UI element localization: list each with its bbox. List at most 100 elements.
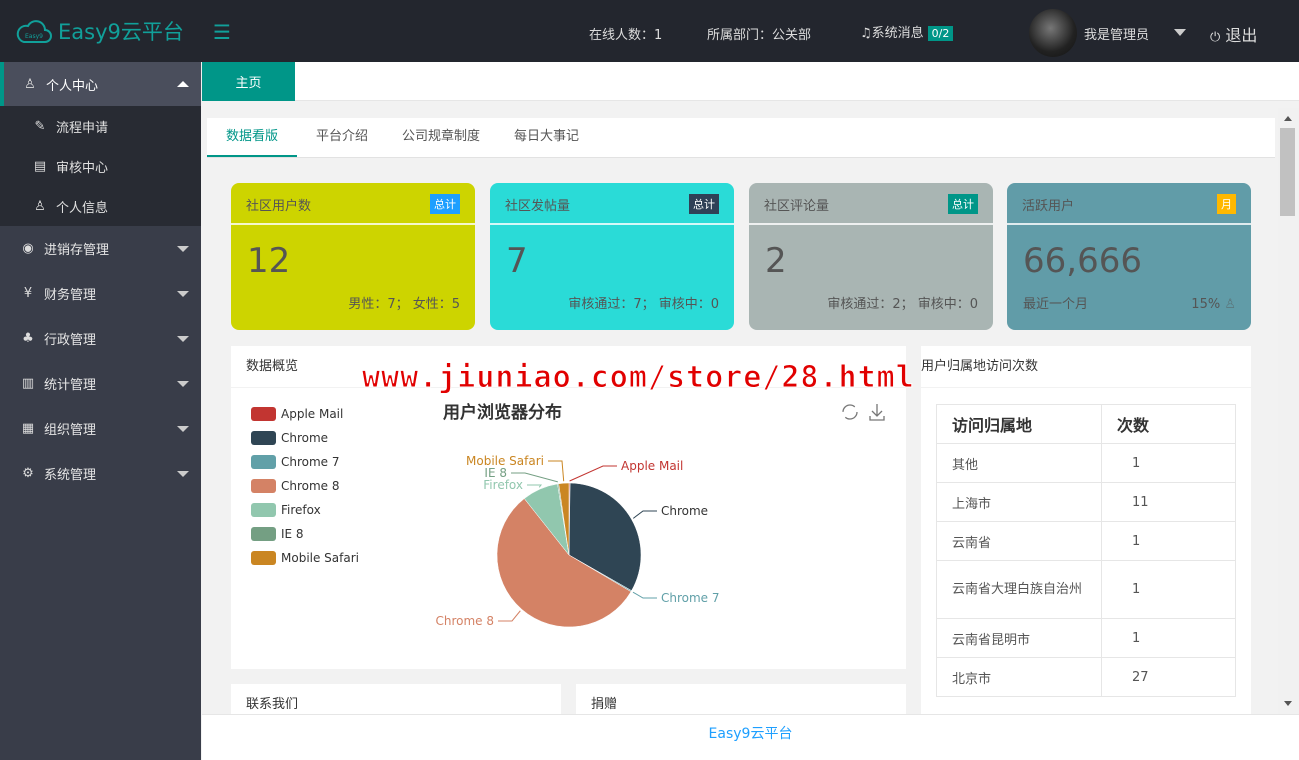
download-icon[interactable] — [869, 404, 885, 421]
chart-icon: ▥ — [21, 376, 35, 391]
card-header: 社区用户数 总计 — [231, 183, 475, 225]
gear-icon: ⚙ — [22, 466, 34, 481]
sidebar-group-personal[interactable]: ♙ 个人中心 — [0, 62, 201, 106]
card-tag: 月 — [1217, 194, 1236, 214]
contact-title: 联系我们 — [231, 684, 561, 714]
count-cell: 11 — [1101, 482, 1236, 522]
card-footer: 15% ♙ — [1191, 297, 1236, 312]
card-header: 社区发帖量 总计 — [490, 183, 734, 225]
scrollbar-thumb[interactable] — [1280, 128, 1295, 216]
visits-table: 访问归属地 次数 其他 1 上海市 11 云南省 1 云南省大理白族自治州 1 云南省昆明市 1 北京… — [936, 404, 1236, 697]
card-value: 12 — [247, 241, 291, 281]
sidebar-group-statistics[interactable]: ▥ 统计管理 — [0, 361, 201, 406]
user-icon: ♙ — [24, 76, 36, 92]
location-cell: 其他 — [936, 443, 1102, 483]
count-cell: 1 — [1101, 618, 1236, 658]
donate-panel: 捐赠 — [576, 684, 906, 714]
column-header: 访问归属地 — [936, 404, 1102, 444]
document-icon: ▤ — [33, 158, 47, 174]
inner-tabs: 数据看版 平台介绍 公司规章制度 每日大事记 — [207, 118, 1275, 158]
messages-badge: 0/2 — [927, 26, 954, 41]
menu-toggle-icon[interactable]: ☰ — [213, 22, 231, 42]
table-row: 上海市 11 — [936, 482, 1236, 522]
grid-icon: ▦ — [21, 421, 35, 436]
stat-card: 社区评论量 总计 2 审核通过：2； 审核中：0 — [749, 183, 993, 330]
stat-card: 活跃用户 月 66,666 最近一个月 15% ♙ — [1007, 183, 1251, 330]
inventory-icon: ◉ — [22, 241, 34, 256]
table-row: 云南省昆明市 1 — [936, 618, 1236, 658]
location-cell: 云南省昆明市 — [936, 618, 1102, 658]
slice-label: Mobile Safari — [466, 454, 544, 468]
card-tag: 总计 — [948, 194, 978, 214]
caret-down-icon — [177, 245, 189, 252]
logout-button[interactable]: ⏻ 退出 — [1210, 22, 1257, 46]
sidebar-group-finance[interactable]: ¥ 财务管理 — [0, 271, 201, 316]
caret-down-icon — [177, 335, 189, 342]
table-row: 北京市 27 — [936, 657, 1236, 697]
card-tag: 总计 — [689, 194, 719, 214]
avatar[interactable] — [1029, 9, 1077, 57]
overview-panel: 数据概览 Apple Mail Chrome Chrome 7 Chrome 8 Fir… — [231, 346, 906, 669]
card-footer: 审核通过：7； 审核中：0 — [568, 297, 719, 312]
card-title: 社区用户数 — [246, 199, 312, 214]
sidebar-item-review[interactable]: ▤ 审核中心 — [0, 146, 201, 186]
slice-label: Chrome 8 — [435, 614, 494, 628]
user-dropdown-icon[interactable] — [1174, 29, 1186, 36]
scroll-down-icon[interactable] — [1284, 701, 1292, 706]
label-line — [632, 591, 657, 599]
sidebar-group-organization[interactable]: ▦ 组织管理 — [0, 406, 201, 451]
scroll-up-icon[interactable] — [1284, 116, 1292, 121]
users-icon: ♙ — [1224, 297, 1236, 312]
label-line — [527, 484, 543, 488]
stat-card: 社区用户数 总计 12 男性：7； 女性：5 — [231, 183, 475, 330]
logo[interactable]: Easy9 Easy9云平台 — [16, 16, 184, 46]
bell-icon: ♫ — [860, 26, 872, 41]
sidebar-group-system[interactable]: ⚙ 系统管理 — [0, 451, 201, 496]
count-cell: 1 — [1101, 521, 1236, 561]
card-header: 活跃用户 月 — [1007, 183, 1251, 225]
count-cell: 1 — [1101, 560, 1236, 619]
tab-company-rules[interactable]: 公司规章制度 — [387, 118, 495, 157]
slice-label: Apple Mail — [621, 459, 683, 473]
edit-icon: ✎ — [34, 118, 46, 134]
scrollbar[interactable] — [1278, 108, 1299, 714]
sidebar-group-inventory[interactable]: ◉ 进销存管理 — [0, 226, 201, 271]
card-title: 社区评论量 — [764, 199, 830, 214]
system-messages[interactable]: ♫系统消息 0/2 — [860, 22, 954, 41]
person-icon: ♙ — [34, 198, 46, 214]
sidebar-item-profile[interactable]: ♙ 个人信息 — [0, 186, 201, 226]
slice-label: Chrome 7 — [661, 591, 720, 605]
caret-up-icon — [177, 81, 189, 87]
card-value: 2 — [765, 241, 787, 281]
sidebar-group-admin[interactable]: ♣ 行政管理 — [0, 316, 201, 361]
power-icon: ⏻ — [1210, 30, 1221, 45]
card-tag: 总计 — [430, 194, 460, 214]
location-cell: 云南省 — [936, 521, 1102, 561]
caret-down-icon — [177, 425, 189, 432]
card-footer: 审核通过：2； 审核中：0 — [827, 297, 978, 312]
slice-label: IE 8 — [484, 466, 507, 480]
svg-text:Easy9: Easy9 — [25, 33, 43, 40]
tab-platform-intro[interactable]: 平台介绍 — [301, 118, 383, 157]
refresh-icon[interactable] — [842, 404, 858, 420]
tab-dashboard[interactable]: 数据看版 — [207, 118, 298, 157]
table-row: 其他 1 — [936, 443, 1236, 483]
chart-title: 用户浏览器分布 — [443, 402, 562, 423]
sidebar-item-process-apply[interactable]: ✎ 流程申请 — [0, 106, 201, 146]
department: 所属部门：公关部 — [707, 28, 812, 43]
location-cell: 北京市 — [936, 657, 1102, 697]
card-title: 活跃用户 — [1022, 199, 1075, 214]
stat-card: 社区发帖量 总计 7 审核通过：7； 审核中：0 — [490, 183, 734, 330]
card-value: 66,666 — [1023, 241, 1142, 281]
column-header: 次数 — [1101, 404, 1236, 444]
tab-home[interactable]: 主页 — [202, 62, 295, 101]
admin-icon: ♣ — [22, 331, 34, 346]
card-header: 社区评论量 总计 — [749, 183, 993, 225]
user-name[interactable]: 我是管理员 — [1084, 24, 1149, 43]
browser-pie-chart: 用户浏览器分布 Apple Mail Chrome Chrome 7 Chrome 8… — [435, 402, 885, 628]
main-content: 数据看版 平台介绍 公司规章制度 每日大事记 社区用户数 总计 12 男性：7； … — [202, 108, 1278, 714]
card-title: 社区发帖量 — [505, 199, 571, 214]
page-tabs: 主页 — [202, 62, 1299, 101]
tab-daily-events[interactable]: 每日大事记 — [499, 118, 594, 157]
donate-title: 捐赠 — [576, 684, 906, 714]
